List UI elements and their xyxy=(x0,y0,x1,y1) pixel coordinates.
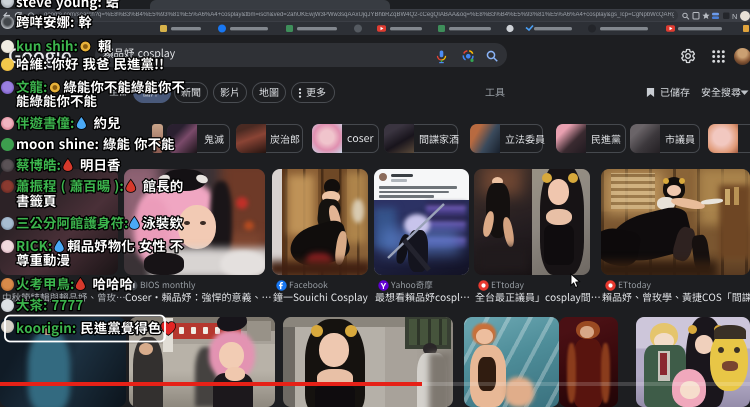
svg-text:N: N xyxy=(732,12,737,21)
